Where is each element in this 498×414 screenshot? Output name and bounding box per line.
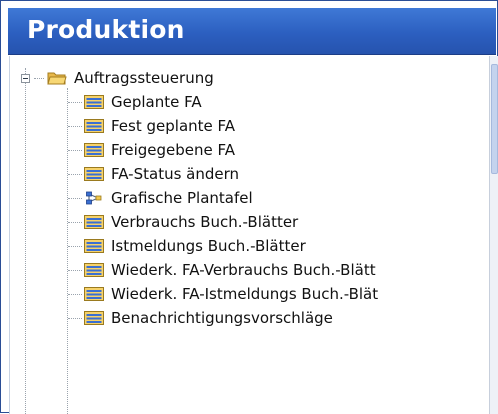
tree-item-wiederk-fa-istmeldungs[interactable]: Wiederk. FA-Istmeldungs Buch.-Blät	[68, 282, 378, 306]
collapse-toggle-icon[interactable]	[21, 73, 30, 83]
tree-item-label: Fest geplante FA	[111, 117, 236, 135]
tree-item-fa-status-aendern[interactable]: FA-Status ändern	[68, 162, 239, 186]
tree-item-label: FA-Status ändern	[111, 165, 240, 183]
tree-item-label: Istmeldungs Buch.-Blätter	[111, 237, 306, 255]
tree-connector	[68, 317, 82, 319]
folder-open-icon	[47, 72, 67, 85]
tree-item-freigegebene-fa[interactable]: Freigegebene FA	[68, 138, 235, 162]
list-form-icon	[84, 167, 104, 181]
tree-connector	[68, 221, 82, 223]
tree-connector	[68, 101, 82, 103]
graph-nodes-icon	[86, 191, 102, 205]
tree-item-grafische-plantafel[interactable]: Grafische Plantafel	[68, 186, 253, 210]
tree-item-label: Geplante FA	[111, 93, 202, 111]
tree-node-auftragssteuerung[interactable]: Auftragssteuerung	[21, 66, 214, 90]
tree-item-label: Wiederk. FA-Istmeldungs Buch.-Blät	[111, 285, 379, 303]
vertical-scrollbar[interactable]	[489, 56, 498, 414]
tree-item-label: Grafische Plantafel	[111, 189, 253, 207]
tree-node-label: Auftragssteuerung	[74, 69, 214, 87]
list-form-icon	[84, 143, 104, 157]
tree-connector	[68, 125, 82, 127]
tree-connector	[68, 149, 82, 151]
tree-view[interactable]: Auftragssteuerung Geplante FA Fest gepla…	[9, 56, 490, 414]
tree-item-benachrichtigungsvorschlaege[interactable]: Benachrichtigungsvorschläge	[68, 306, 333, 330]
pane-header: Produktion	[8, 8, 496, 55]
list-form-icon	[84, 119, 104, 133]
list-form-icon	[84, 287, 104, 301]
list-form-icon	[84, 95, 104, 109]
tree-item-verbrauchs-buch-blaetter[interactable]: Verbrauchs Buch.-Blätter	[68, 210, 298, 234]
tree-item-label: Freigegebene FA	[111, 141, 236, 159]
tree-connector	[68, 173, 82, 175]
tree-item-label: Wiederk. FA-Verbrauchs Buch.-Blätt	[111, 261, 376, 279]
list-form-icon	[84, 311, 104, 325]
list-form-icon	[84, 239, 104, 253]
tree-connector	[68, 293, 82, 295]
tree-item-label: Verbrauchs Buch.-Blätter	[111, 213, 299, 231]
navigation-pane: Produktion Auftragssteuerung Geplante FA	[0, 0, 498, 414]
tree-root-guide-line	[25, 68, 26, 414]
tree-connector	[68, 245, 82, 247]
scrollbar-thumb[interactable]	[491, 64, 498, 174]
tree-item-istmeldungs-buch-blaetter[interactable]: Istmeldungs Buch.-Blätter	[68, 234, 306, 258]
tree-item-fest-geplante-fa[interactable]: Fest geplante FA	[68, 114, 235, 138]
pane-title: Produktion	[27, 15, 185, 44]
tree-connector	[68, 197, 82, 199]
list-form-icon	[84, 215, 104, 229]
list-form-icon	[84, 263, 104, 277]
tree-item-label: Benachrichtigungsvorschläge	[111, 309, 333, 327]
tree-item-wiederk-fa-verbrauchs[interactable]: Wiederk. FA-Verbrauchs Buch.-Blätt	[68, 258, 376, 282]
tree-item-geplante-fa[interactable]: Geplante FA	[68, 90, 202, 114]
tree-connector	[68, 269, 82, 271]
tree-connector	[34, 77, 44, 79]
